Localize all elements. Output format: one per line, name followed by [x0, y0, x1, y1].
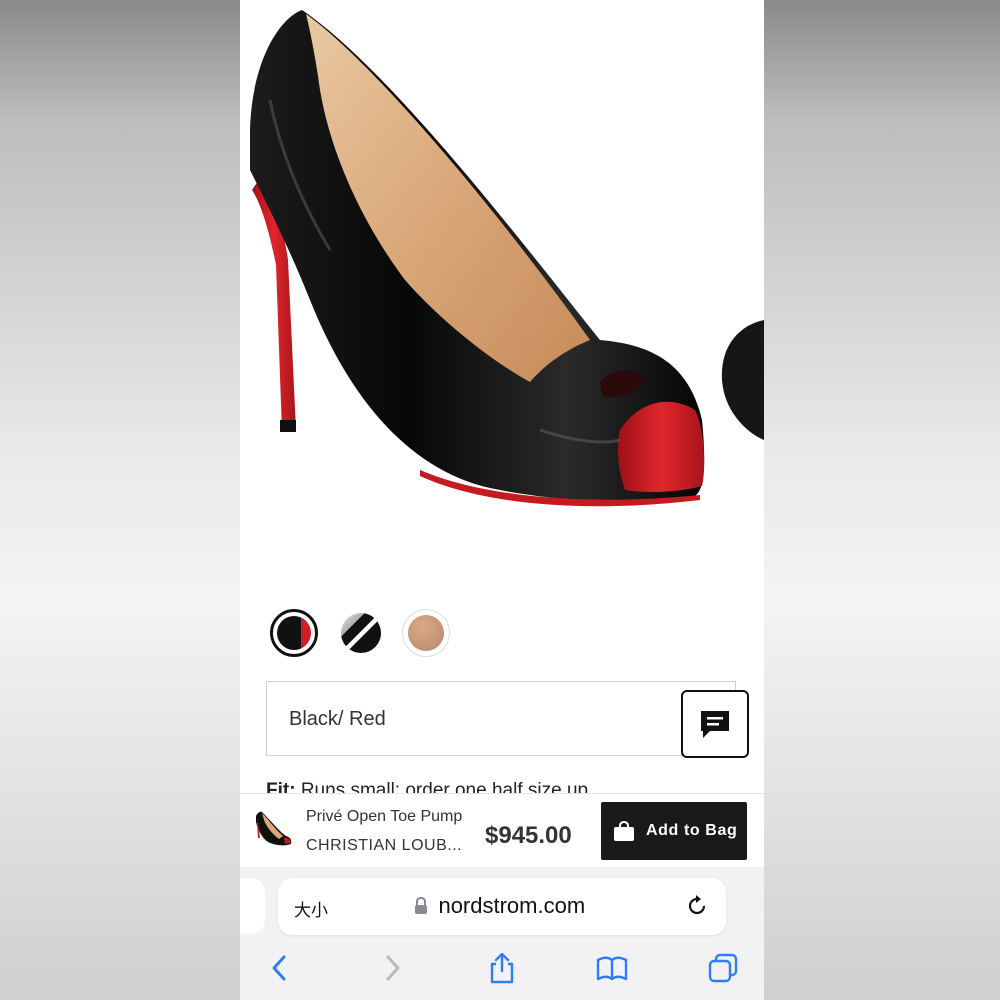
add-to-bag-button[interactable]: Add to Bag [601, 802, 747, 860]
black-patent-swatch[interactable] [337, 609, 385, 657]
blurred-background-right [764, 0, 1000, 1000]
chat-icon [701, 711, 729, 738]
selected-color-value: Black/ Red [289, 708, 386, 730]
lock-icon [415, 897, 427, 914]
reload-icon[interactable] [684, 893, 710, 919]
forward-icon[interactable] [376, 952, 408, 984]
black-red-swatch[interactable] [270, 609, 318, 657]
shopping-bag-icon [614, 821, 634, 841]
share-icon[interactable] [486, 952, 518, 984]
product-image[interactable] [240, 0, 764, 590]
url-display[interactable]: nordstrom.com [414, 893, 585, 919]
nude-swatch[interactable] [402, 609, 450, 657]
sticky-product-name: Privé Open Toe Pump [306, 808, 463, 825]
chat-button[interactable] [681, 690, 749, 758]
product-thumbnail [256, 811, 292, 846]
peep-toe-pump-image [250, 10, 764, 507]
address-bar[interactable]: 大小 nordstrom.com [278, 878, 726, 935]
back-icon[interactable] [264, 952, 296, 984]
page-settings-button[interactable]: 大小 [294, 896, 328, 921]
sticky-purchase-bar: Privé Open Toe Pump CHRISTIAN LOUB... $9… [240, 793, 764, 867]
browser-chrome: 大小 nordstrom.com [240, 867, 764, 1000]
url-text: nordstrom.com [438, 893, 586, 918]
add-to-bag-label: Add to Bag [646, 822, 738, 839]
black-patent-swatch-fill [341, 613, 381, 653]
bookmarks-icon[interactable] [596, 952, 628, 984]
black-red-swatch-fill [277, 616, 311, 650]
color-select[interactable]: Black/ Red [266, 681, 736, 756]
phone-screen: Black/ Red Fit: Runs small; order one ha… [240, 0, 764, 1000]
previous-tab-peek[interactable] [240, 878, 265, 934]
sticky-brand-name: CHRISTIAN LOUB... [306, 837, 463, 854]
tabs-icon[interactable] [707, 952, 739, 984]
blurred-background-left [0, 0, 240, 1000]
nude-swatch-fill [408, 615, 444, 651]
sticky-price: $945.00 [485, 822, 572, 849]
